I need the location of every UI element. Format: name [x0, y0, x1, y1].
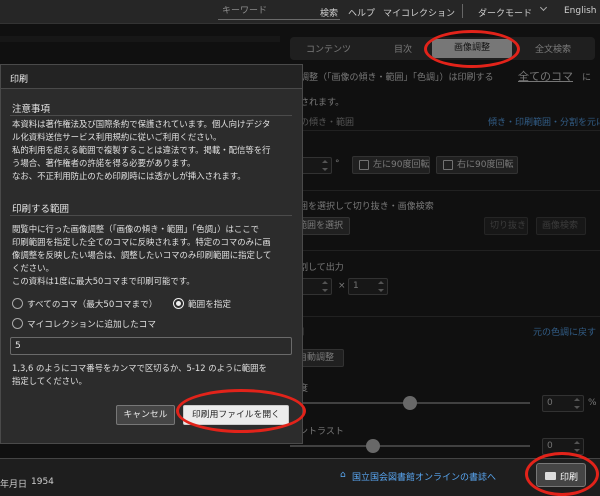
- highlight-ring-open-file-button: [176, 389, 306, 433]
- dark-mode-toggle[interactable]: ダークモード: [478, 6, 532, 19]
- notice-text-line: 私的利用を超える範囲で複製することは違法です。掲載・配信等を行: [12, 145, 271, 155]
- search-link[interactable]: 検索: [320, 6, 338, 19]
- print-dialog: 印刷 注意事項 本資料は著作権法及び国際条約で保護されています。個人向けデジタ …: [0, 64, 303, 444]
- chevron-down-icon: [539, 3, 548, 12]
- range-text-line: 像調整を反映したい場合は、調整したいコマのみ印刷範囲に指定して: [12, 250, 272, 260]
- range-hint-line: 指定してください。: [12, 376, 87, 386]
- range-text-line: この資料は1度に最大50コマまで印刷可能です。: [12, 276, 195, 286]
- nav-divider: [462, 4, 463, 18]
- highlight-ring-print-button: [525, 452, 599, 496]
- range-text-line: 閲覧中に行った画像調整（「画像の傾き・範囲」「色調」）はここで: [12, 224, 260, 234]
- top-navigation: 検索 ヘルプ マイコレクション ダークモード English: [0, 0, 600, 24]
- range-hint-line: 1,3,6 のようにコマ番号をカンマで区切るか、5-12 のように範囲を: [12, 363, 267, 373]
- radio-all-frames-label[interactable]: すべてのコマ（最大50コマまで）: [27, 298, 157, 310]
- publication-date-label: 年月日: [0, 480, 28, 490]
- notice-text-line: なお、不正利用防止のため印刷時には透かしが挿入されます。: [12, 171, 246, 181]
- dialog-header: 印刷: [1, 65, 302, 89]
- range-text-line: 印刷範囲を指定した全てのコマに反映されます。特定のコマのみに画: [12, 237, 271, 247]
- radio-all-frames[interactable]: [12, 298, 23, 309]
- my-collection-link[interactable]: マイコレクション: [383, 6, 455, 19]
- footer-divider: [0, 458, 600, 459]
- notice-text-line: う場合、著作権者の許諾を得る必要があります。: [12, 158, 196, 168]
- notice-divider: [10, 115, 292, 116]
- range-text-line: ください。: [12, 263, 54, 273]
- range-divider: [10, 215, 292, 216]
- notice-heading: 注意事項: [12, 104, 51, 115]
- cancel-button[interactable]: キャンセル: [116, 405, 175, 425]
- print-range-heading: 印刷する範囲: [12, 204, 70, 215]
- radio-my-collection-label[interactable]: マイコレクションに追加したコマ: [27, 318, 156, 330]
- external-link-icon: ⌂: [340, 470, 346, 480]
- language-switch-link[interactable]: English: [564, 6, 597, 16]
- publication-date-value: 1954: [31, 477, 54, 487]
- ndl-catalog-link[interactable]: 国立国会図書館オンラインの書誌へ: [352, 470, 496, 483]
- dialog-title: 印刷: [10, 75, 29, 85]
- radio-my-collection[interactable]: [12, 318, 23, 329]
- notice-text-line: ル化資料送信サービス利用規約に従いご利用ください。: [12, 132, 222, 142]
- radio-specify-range-label[interactable]: 範囲を指定: [188, 298, 231, 310]
- highlight-ring-image-adjust-tab: [424, 30, 520, 68]
- notice-text-line: 本資料は著作権法及び国際条約で保護されています。個人向けデジタ: [12, 119, 271, 129]
- help-link[interactable]: ヘルプ: [348, 6, 375, 19]
- radio-specify-range[interactable]: [173, 298, 184, 309]
- print-range-input[interactable]: [10, 337, 292, 355]
